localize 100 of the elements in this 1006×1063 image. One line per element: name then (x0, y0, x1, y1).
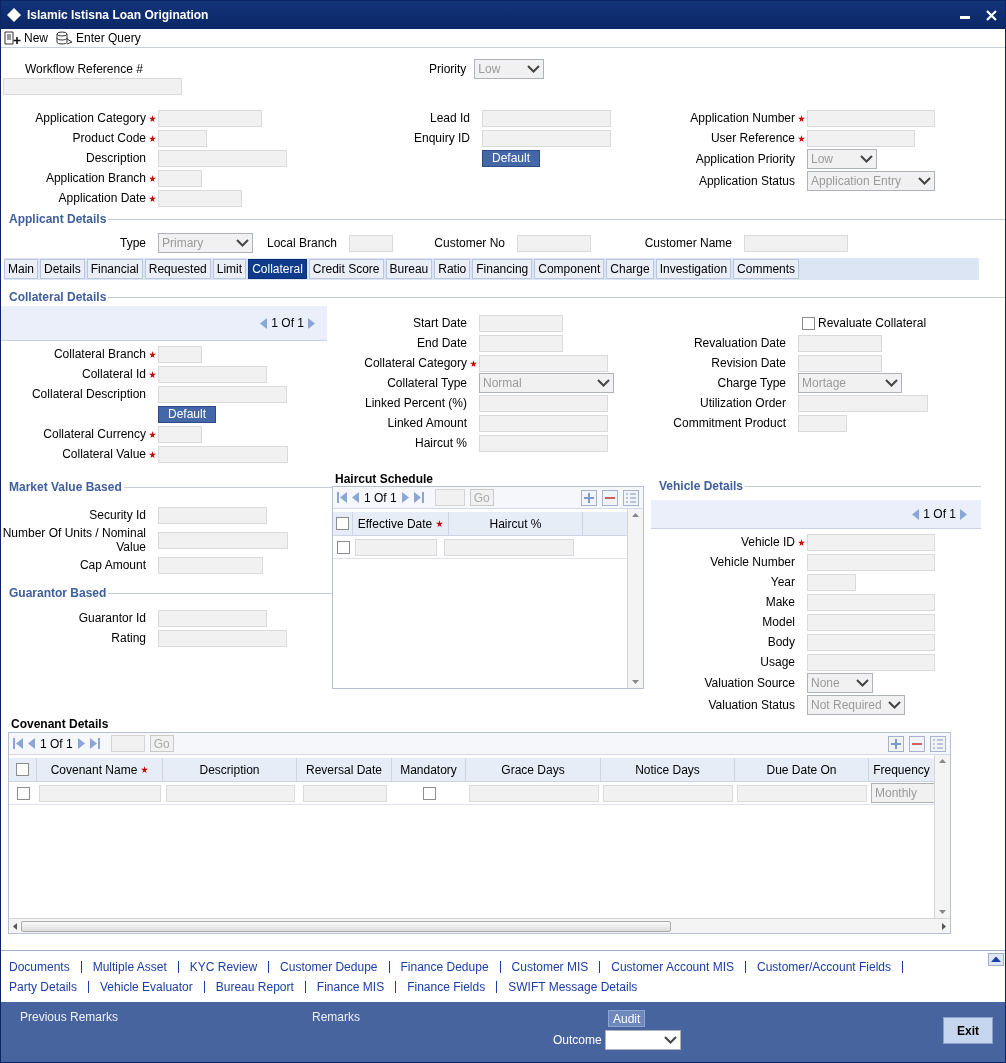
toolbar-button[interactable]: Enter Query (56, 31, 141, 45)
first-page-icon[interactable] (13, 738, 23, 749)
input-field[interactable] (479, 314, 563, 332)
previous-icon[interactable] (28, 738, 35, 749)
input-field[interactable] (3, 77, 182, 95)
tab[interactable]: Limit (212, 259, 247, 279)
first-page-icon[interactable] (337, 492, 347, 503)
input-field[interactable] (807, 109, 935, 127)
input-field[interactable] (302, 784, 387, 802)
scroll-up-icon[interactable] (939, 759, 946, 763)
tab[interactable]: Financing (472, 259, 533, 279)
input-field[interactable] (807, 613, 935, 631)
input-field[interactable] (158, 531, 288, 549)
list-icon[interactable] (623, 489, 639, 506)
last-page-icon[interactable] (89, 738, 100, 749)
link[interactable]: Finance Dedupe (400, 959, 489, 974)
input-field[interactable] (355, 538, 437, 556)
input-field[interactable] (158, 445, 288, 463)
tab[interactable]: Financial (86, 259, 143, 279)
page-input[interactable] (434, 489, 465, 506)
input-field[interactable] (158, 609, 267, 627)
input-field[interactable] (479, 394, 608, 412)
scroll-down-icon[interactable] (632, 680, 639, 684)
input-field[interactable] (158, 556, 263, 574)
input-field[interactable] (807, 553, 935, 571)
link[interactable]: KYC Review (189, 959, 258, 974)
tab[interactable]: Investigation (655, 259, 732, 279)
input-field[interactable] (479, 434, 608, 452)
link[interactable]: Customer/Account Fields (756, 959, 892, 974)
default-button[interactable]: Default (158, 405, 217, 423)
link[interactable]: Party Details (9, 979, 78, 994)
last-page-icon[interactable] (413, 492, 424, 503)
previous-icon[interactable] (260, 317, 268, 329)
close-icon[interactable] (986, 9, 997, 21)
default-button[interactable]: Default (482, 149, 541, 167)
link[interactable]: Customer Account MIS (611, 959, 734, 974)
link[interactable]: Customer Dedupe (280, 959, 378, 974)
tab[interactable]: Details (40, 259, 85, 279)
input-field[interactable] (479, 354, 608, 372)
page-input[interactable] (110, 735, 145, 752)
tab[interactable]: Requested (144, 259, 211, 279)
scroll-right-icon[interactable] (942, 922, 946, 930)
scroll-down-icon[interactable] (939, 910, 946, 914)
input-field[interactable] (807, 573, 856, 591)
input-field[interactable] (517, 234, 591, 252)
link[interactable]: Finance Fields (407, 979, 486, 994)
input-field[interactable] (158, 385, 287, 403)
scrollbar[interactable] (627, 509, 643, 688)
input-field[interactable] (807, 533, 935, 551)
input-field[interactable] (479, 334, 563, 352)
tab[interactable]: Credit Score (308, 259, 384, 279)
input-field[interactable] (349, 234, 393, 252)
link[interactable]: Bureau Report (215, 979, 294, 994)
input-field[interactable] (158, 506, 267, 524)
input-field[interactable] (158, 109, 262, 127)
list-icon[interactable] (930, 735, 946, 752)
input-field[interactable] (807, 653, 935, 671)
link[interactable]: SWIFT Message Details (508, 979, 638, 994)
input-field[interactable] (798, 354, 882, 372)
input-field[interactable] (39, 784, 161, 802)
next-icon[interactable] (77, 738, 85, 749)
collapse-icon[interactable] (988, 953, 1004, 966)
input-field[interactable] (737, 784, 867, 802)
previous-icon[interactable] (352, 492, 359, 503)
checkbox[interactable] (16, 786, 30, 800)
previous-icon[interactable] (912, 508, 920, 520)
input-field[interactable] (798, 414, 847, 432)
toolbar-button[interactable]: New (4, 31, 48, 45)
input-field[interactable] (603, 784, 733, 802)
scroll-left-icon[interactable] (13, 922, 17, 930)
delete-icon[interactable] (909, 735, 925, 752)
checkbox[interactable] (422, 786, 436, 800)
input-field[interactable] (807, 633, 935, 651)
exit-button[interactable]: Exit (943, 1017, 993, 1044)
scroll-up-icon[interactable] (632, 513, 639, 517)
input-field[interactable] (165, 784, 295, 802)
next-icon[interactable] (401, 492, 409, 503)
tab[interactable]: Comments (733, 259, 800, 279)
audit-button[interactable]: Audit (608, 1010, 646, 1027)
checkbox[interactable] (16, 763, 29, 776)
input-field[interactable] (444, 538, 574, 556)
link[interactable]: Documents (9, 959, 70, 974)
add-icon[interactable] (581, 489, 597, 506)
input-field[interactable] (807, 129, 915, 147)
add-icon[interactable] (888, 735, 904, 752)
input-field[interactable] (158, 425, 202, 443)
input-field[interactable] (158, 365, 267, 383)
link[interactable]: Vehicle Evaluator (100, 979, 193, 994)
select-field[interactable] (604, 1030, 681, 1050)
input-field[interactable] (798, 334, 882, 352)
input-field[interactable] (482, 129, 611, 147)
checkbox[interactable] (336, 517, 349, 530)
tab[interactable]: Bureau (385, 259, 433, 279)
input-field[interactable] (798, 394, 928, 412)
scrollbar[interactable] (934, 755, 950, 918)
input-field[interactable] (158, 149, 287, 167)
input-field[interactable] (744, 234, 848, 252)
input-field[interactable] (158, 129, 207, 147)
tab[interactable]: Ratio (434, 259, 471, 279)
tab[interactable]: Component (534, 259, 605, 279)
